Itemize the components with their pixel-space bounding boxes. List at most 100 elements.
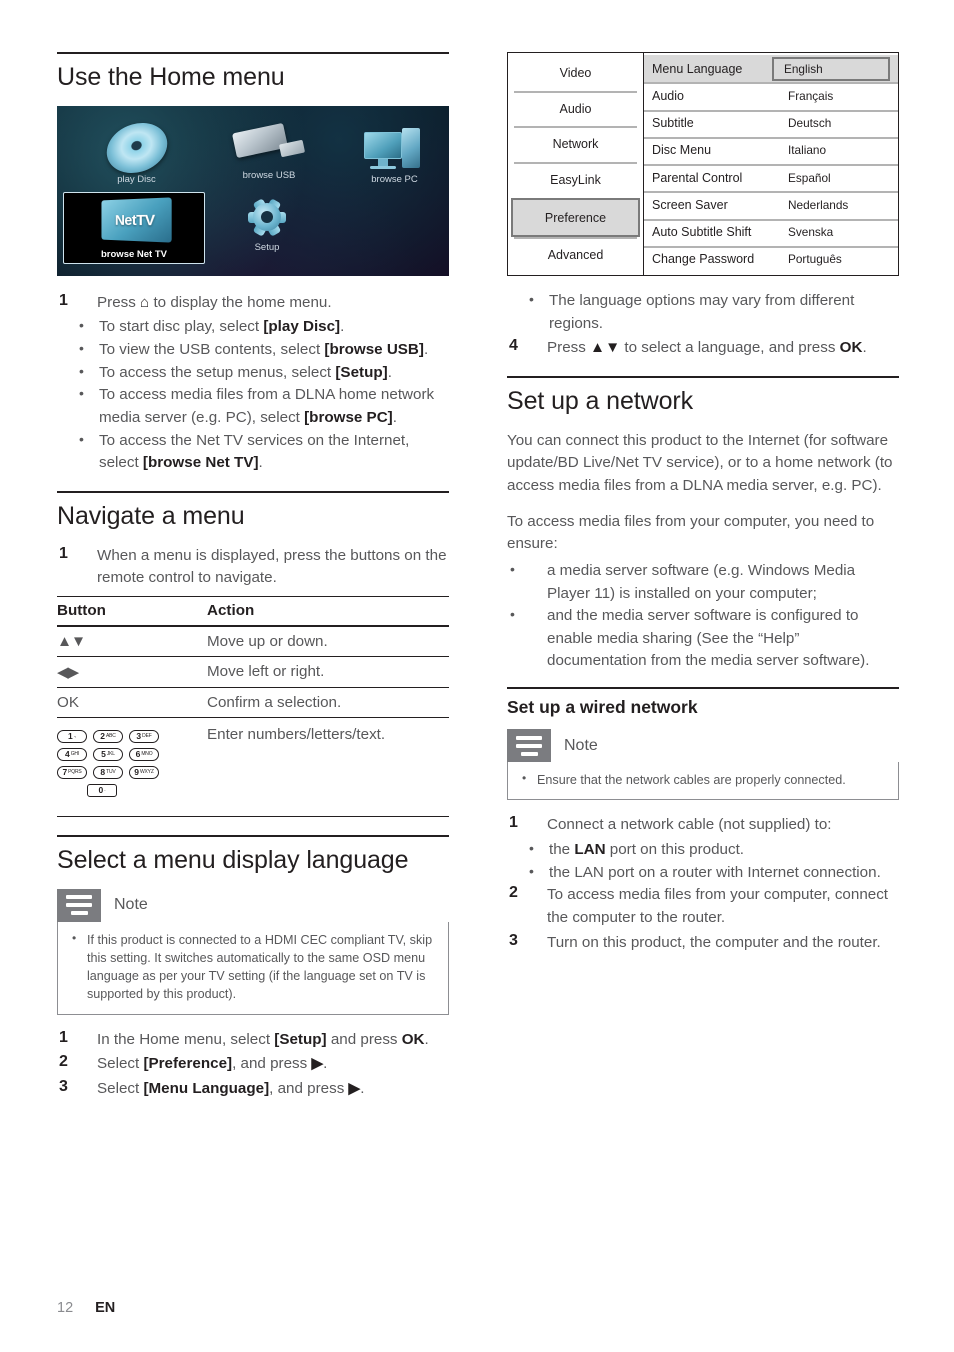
tile-browse-pc: browse PC <box>347 127 442 185</box>
setting-label: Parental Control <box>652 170 743 185</box>
page-title-navigate-menu: Navigate a menu <box>57 501 245 530</box>
language-step-2: 2 Select [Preference], and press ▶. <box>57 1053 449 1076</box>
keypad-row: 1., 2 ABC 3 DEF <box>57 729 205 743</box>
step-number: 1 <box>59 1028 68 1046</box>
list-item: a media server software (e.g. Windows Me… <box>507 559 899 605</box>
setting-label: Screen Saver <box>652 197 728 212</box>
language-step-4: 4 Press ▲▼ to select a language, and pre… <box>507 337 899 360</box>
menu-category-video: Video <box>559 65 592 80</box>
section-rule <box>57 52 449 54</box>
menu-category-preference-selected: Preference <box>511 197 640 238</box>
note-label: Note <box>114 896 148 914</box>
setting-value: Español <box>788 170 831 185</box>
nettv-logo-text: NetTV <box>114 210 155 229</box>
right-column: Video Audio Network EasyLink Preference … <box>507 52 899 956</box>
key-6: 6 MNO <box>129 747 159 761</box>
language-step-1: 1 In the Home menu, select [Setup] and p… <box>57 1029 449 1052</box>
nettv-icon: NetTV <box>101 197 172 243</box>
setting-value-selected: English <box>772 56 890 81</box>
key-4: 4 GHI <box>57 747 87 761</box>
setting-row-disc-menu: Disc Menu Italiano <box>644 136 898 164</box>
page-footer: 12 EN <box>57 1300 115 1316</box>
action-cell: Enter numbers/letters/text. <box>205 717 449 817</box>
step-number: 1 <box>59 291 68 309</box>
setting-row-screen-saver: Screen Saver Nederlands <box>644 191 898 218</box>
key-9: 9 WXYZ <box>129 765 159 779</box>
tile-play-disc: play Disc <box>79 115 194 185</box>
wired-step-2: 2 To access media files from your comput… <box>507 884 899 929</box>
table-row: OK Confirm a selection. <box>57 687 449 718</box>
section-rule <box>57 834 449 837</box>
step-text: Select [Menu Language], and press ▶. <box>97 1079 365 1097</box>
action-cell: Move up or down. <box>205 625 449 657</box>
list-item: and the media server software is configu… <box>507 604 899 673</box>
setting-row-subtitle: Subtitle Deutsch <box>644 109 898 137</box>
key-1: 1., <box>57 729 87 743</box>
setting-label: Audio <box>652 88 684 103</box>
setup-menu-categories: Video Audio Network EasyLink Preference … <box>508 53 644 275</box>
tile-browse-usb: browse USB <box>209 122 329 181</box>
page-title-setup-network: Set up a network <box>507 386 694 415</box>
home-menu-bullet-list: To start disc play, select [play Disc]. … <box>57 315 449 475</box>
note-box-wired-network: Note Ensure that the network cables are … <box>507 729 899 801</box>
disc-icon <box>101 115 172 180</box>
step-number: 2 <box>509 884 518 902</box>
button-cell: ◀▶ <box>57 656 205 688</box>
note-header: Note <box>507 729 899 763</box>
menu-category-easylink: EasyLink <box>508 162 643 198</box>
page-title-home-menu: Use the Home menu <box>57 63 285 91</box>
step-text: Press ⌂ to display the home menu. <box>97 293 332 311</box>
usb-drive-icon <box>230 122 308 168</box>
wired-step-1: 1 Connect a network cable (not supplied)… <box>507 814 899 837</box>
step-number: 2 <box>59 1053 68 1071</box>
note-lines-icon <box>57 888 101 922</box>
setting-label: Menu Language <box>652 61 743 76</box>
section-rule <box>57 490 449 493</box>
table-header-row: Button Action <box>57 595 449 627</box>
language-region-note-list: The language options may vary from diffe… <box>507 289 899 335</box>
tile-setup: Setup <box>217 194 317 253</box>
step-number: 1 <box>509 814 518 832</box>
section-rule <box>507 375 899 378</box>
note-label: Note <box>564 736 598 754</box>
network-paragraph-2: To access media files from your computer… <box>507 512 875 553</box>
setting-value: Français <box>788 88 834 103</box>
wired-step-3: 3 Turn on this product, the computer and… <box>507 932 899 955</box>
keypad-row: 4 GHI 5 JKL 6 MNO <box>57 747 205 761</box>
step-number: 4 <box>509 337 518 355</box>
list-item: If this product is connected to a HDMI C… <box>68 930 438 1004</box>
menu-category-audio: Audio <box>508 90 643 127</box>
setting-row-menu-language: Menu Language English <box>644 55 898 83</box>
tile-caption: browse Net TV <box>101 248 167 260</box>
list-item: The language options may vary from diffe… <box>507 289 899 335</box>
gear-icon <box>244 194 290 240</box>
key-2: 2 ABC <box>93 729 123 743</box>
step-text: When a menu is displayed, press the butt… <box>97 546 447 587</box>
wired-step-1-bullets: the LAN port on this product. the LAN po… <box>507 838 899 885</box>
setting-label: Disc Menu <box>652 143 712 158</box>
button-action-table: Button Action ▲▼ Move up or down. ◀▶ Mov… <box>57 595 449 817</box>
step-text: Connect a network cable (not supplied) t… <box>547 816 832 834</box>
home-menu-screenshot: play Disc browse USB browse PC NetTV bro… <box>57 105 449 276</box>
step-text: Turn on this product, the computer and t… <box>547 933 881 951</box>
setting-value: Italiano <box>788 143 827 158</box>
key-0: 0. <box>87 783 117 797</box>
list-item: the LAN port on a router with Internet c… <box>507 861 899 885</box>
step-number: 1 <box>59 544 68 562</box>
key-8: 8 TUV <box>93 765 123 779</box>
setting-row-change-password: Change Password Português <box>644 245 898 273</box>
page-number: 12 <box>57 1300 74 1316</box>
list-item: To access the Net TV services on the Int… <box>57 429 449 475</box>
setting-value: Svenska <box>788 225 834 240</box>
list-item: To view the USB contents, select [browse… <box>57 338 449 362</box>
key-7: 7 PQRS <box>57 765 87 779</box>
table-row: ◀▶ Move left or right. <box>57 656 449 688</box>
setting-value: Nederlands <box>788 197 849 212</box>
step-text: Press ▲▼ to select a language, and press… <box>547 339 867 357</box>
step-text: Select [Preference], and press ▶. <box>97 1055 328 1073</box>
page-title-select-language: Select a menu display language <box>57 845 409 874</box>
table-row: 1., 2 ABC 3 DEF 4 GHI 5 JKL 6 MNO 7 PQRS… <box>57 717 449 817</box>
list-item: To access the setup menus, select [Setup… <box>57 361 449 385</box>
tile-caption: browse PC <box>371 173 418 185</box>
computer-icon <box>363 127 426 172</box>
